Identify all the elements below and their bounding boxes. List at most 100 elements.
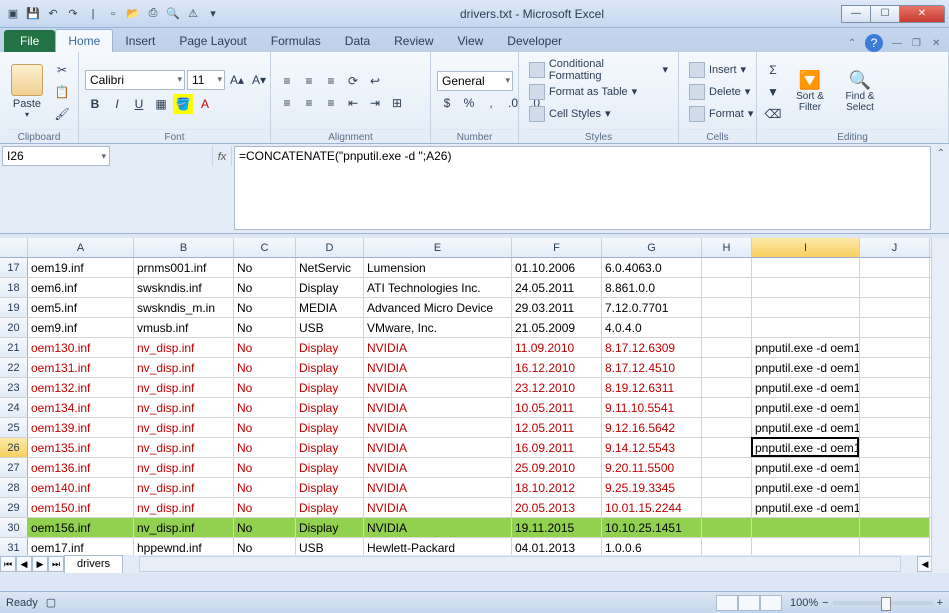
cell[interactable]: Hewlett-Packard <box>364 538 512 555</box>
qat-dropdown-icon[interactable]: ▾ <box>204 5 222 23</box>
align-center-icon[interactable]: ≡ <box>299 93 319 113</box>
font-color-icon[interactable]: A <box>195 94 215 114</box>
cell[interactable]: ATI Technologies Inc. <box>364 278 512 297</box>
row-header[interactable]: 19 <box>0 298 28 317</box>
cell[interactable]: 10.01.15.2244 <box>602 498 702 517</box>
cell[interactable]: No <box>234 298 296 317</box>
tab-nav-prev-icon[interactable]: ◀ <box>16 556 32 572</box>
paste-button[interactable]: Paste ▾ <box>6 54 48 129</box>
cell[interactable]: Display <box>296 498 364 517</box>
cell[interactable]: USB <box>296 538 364 555</box>
cell[interactable]: nv_disp.inf <box>134 498 234 517</box>
cell[interactable]: oem135.inf <box>28 438 134 457</box>
cell[interactable]: 16.09.2011 <box>512 438 602 457</box>
cell[interactable]: NVIDIA <box>364 498 512 517</box>
cell[interactable]: pnputil.exe -d oem140.inf <box>752 478 860 497</box>
bold-button[interactable]: B <box>85 94 105 114</box>
cell[interactable]: 8.861.0.0 <box>602 278 702 297</box>
shrink-font-icon[interactable]: A▾ <box>249 70 269 90</box>
cell[interactable]: 8.19.12.6311 <box>602 378 702 397</box>
cell[interactable]: No <box>234 278 296 297</box>
cell[interactable]: Display <box>296 458 364 477</box>
zoom-in-icon[interactable]: + <box>937 597 943 609</box>
page-layout-view-icon[interactable] <box>738 595 760 611</box>
tab-review[interactable]: Review <box>382 30 445 52</box>
align-right-icon[interactable]: ≡ <box>321 93 341 113</box>
copy-icon[interactable]: 📋 <box>52 82 72 102</box>
row-header[interactable]: 31 <box>0 538 28 555</box>
cell[interactable]: 23.12.2010 <box>512 378 602 397</box>
col-header-A[interactable]: A <box>28 238 134 257</box>
cell[interactable] <box>702 358 752 377</box>
cell[interactable]: 9.20.11.5500 <box>602 458 702 477</box>
cell[interactable]: Display <box>296 478 364 497</box>
cell[interactable]: No <box>234 438 296 457</box>
cell[interactable]: No <box>234 378 296 397</box>
comma-icon[interactable]: , <box>481 93 501 113</box>
tab-page-layout[interactable]: Page Layout <box>167 30 258 52</box>
zoom-out-icon[interactable]: − <box>822 597 828 609</box>
cell[interactable]: 1.0.0.6 <box>602 538 702 555</box>
cell[interactable]: 04.01.2013 <box>512 538 602 555</box>
cell[interactable]: prnms001.inf <box>134 258 234 277</box>
cell[interactable] <box>860 538 930 555</box>
cell[interactable]: NVIDIA <box>364 518 512 537</box>
cell[interactable]: 16.12.2010 <box>512 358 602 377</box>
cell[interactable] <box>702 278 752 297</box>
cell[interactable]: 24.05.2011 <box>512 278 602 297</box>
orientation-icon[interactable]: ⟳ <box>343 71 363 91</box>
row-header[interactable]: 30 <box>0 518 28 537</box>
cell[interactable] <box>752 278 860 297</box>
row-header[interactable]: 18 <box>0 278 28 297</box>
cell[interactable]: oem139.inf <box>28 418 134 437</box>
cell[interactable]: MEDIA <box>296 298 364 317</box>
cell[interactable]: nv_disp.inf <box>134 438 234 457</box>
merge-center-icon[interactable]: ⊞ <box>387 93 407 113</box>
cell[interactable] <box>860 318 930 337</box>
cell[interactable] <box>702 478 752 497</box>
cell[interactable]: No <box>234 338 296 357</box>
cell[interactable]: Display <box>296 398 364 417</box>
autosum-icon[interactable]: Σ <box>763 60 783 80</box>
cell[interactable]: nv_disp.inf <box>134 358 234 377</box>
cell[interactable]: No <box>234 258 296 277</box>
cell[interactable]: pnputil.exe -d oem135.inf <box>752 438 860 457</box>
cell[interactable]: Display <box>296 438 364 457</box>
help-icon[interactable]: ? <box>865 34 883 52</box>
cell[interactable]: NVIDIA <box>364 438 512 457</box>
cell[interactable]: 18.10.2012 <box>512 478 602 497</box>
cell[interactable]: Display <box>296 338 364 357</box>
collapse-formula-icon[interactable]: ⌃ <box>933 144 949 233</box>
row-header[interactable]: 22 <box>0 358 28 377</box>
cell[interactable] <box>752 518 860 537</box>
insert-cells-button[interactable]: Insert ▾ <box>685 60 757 80</box>
cell[interactable]: 10.10.25.1451 <box>602 518 702 537</box>
cell[interactable]: Display <box>296 518 364 537</box>
cell[interactable]: 9.11.10.5541 <box>602 398 702 417</box>
increase-indent-icon[interactable]: ⇥ <box>365 93 385 113</box>
cut-icon[interactable]: ✂ <box>52 60 72 80</box>
cell[interactable] <box>860 358 930 377</box>
cell[interactable] <box>860 378 930 397</box>
align-middle-icon[interactable]: ≡ <box>299 71 319 91</box>
cell[interactable]: oem132.inf <box>28 378 134 397</box>
cell[interactable] <box>860 478 930 497</box>
align-left-icon[interactable]: ≡ <box>277 93 297 113</box>
cell[interactable]: 12.05.2011 <box>512 418 602 437</box>
tab-formulas[interactable]: Formulas <box>259 30 333 52</box>
cell[interactable]: 10.05.2011 <box>512 398 602 417</box>
cell[interactable] <box>752 298 860 317</box>
cell[interactable]: oem6.inf <box>28 278 134 297</box>
number-format-combo[interactable]: General <box>437 71 513 91</box>
font-size-combo[interactable]: 11 <box>187 70 225 90</box>
sort-filter-button[interactable]: 🔽 Sort & Filter <box>787 54 833 129</box>
open-icon[interactable]: 📂 <box>124 5 142 23</box>
cell[interactable] <box>860 418 930 437</box>
tab-nav-next-icon[interactable]: ▶ <box>32 556 48 572</box>
close-button[interactable]: ✕ <box>899 5 945 23</box>
zoom-slider[interactable] <box>833 601 933 605</box>
cell[interactable]: pnputil.exe -d oem132.inf <box>752 378 860 397</box>
cell[interactable] <box>860 398 930 417</box>
cell[interactable]: VMware, Inc. <box>364 318 512 337</box>
cell[interactable] <box>752 258 860 277</box>
